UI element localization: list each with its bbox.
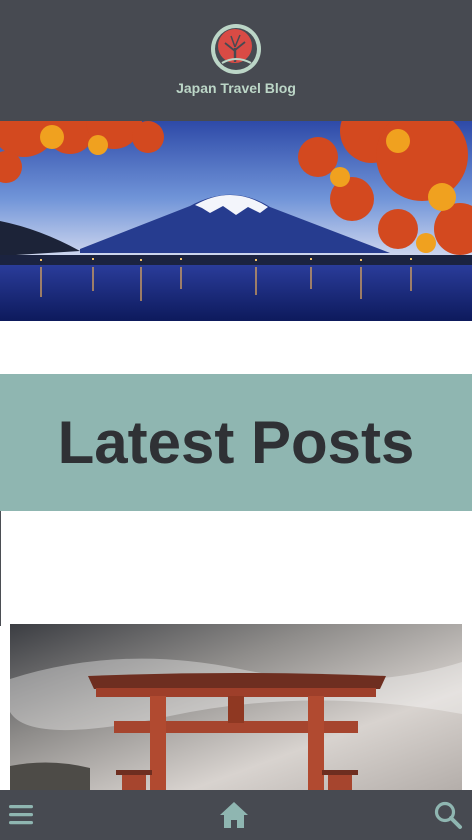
hero-image bbox=[0, 121, 472, 321]
site-logo-icon[interactable] bbox=[207, 20, 265, 78]
site-header: Japan Travel Blog bbox=[0, 0, 472, 121]
latest-posts-heading: Latest Posts bbox=[57, 409, 415, 476]
search-icon[interactable] bbox=[433, 800, 463, 830]
left-divider bbox=[0, 511, 1, 626]
site-title[interactable]: Japan Travel Blog bbox=[0, 80, 472, 96]
home-icon[interactable] bbox=[219, 800, 249, 830]
latest-posts-banner: Latest Posts bbox=[0, 374, 472, 511]
post-thumbnail[interactable] bbox=[10, 624, 462, 790]
bottom-navigation bbox=[0, 790, 472, 840]
menu-icon[interactable] bbox=[7, 800, 37, 830]
